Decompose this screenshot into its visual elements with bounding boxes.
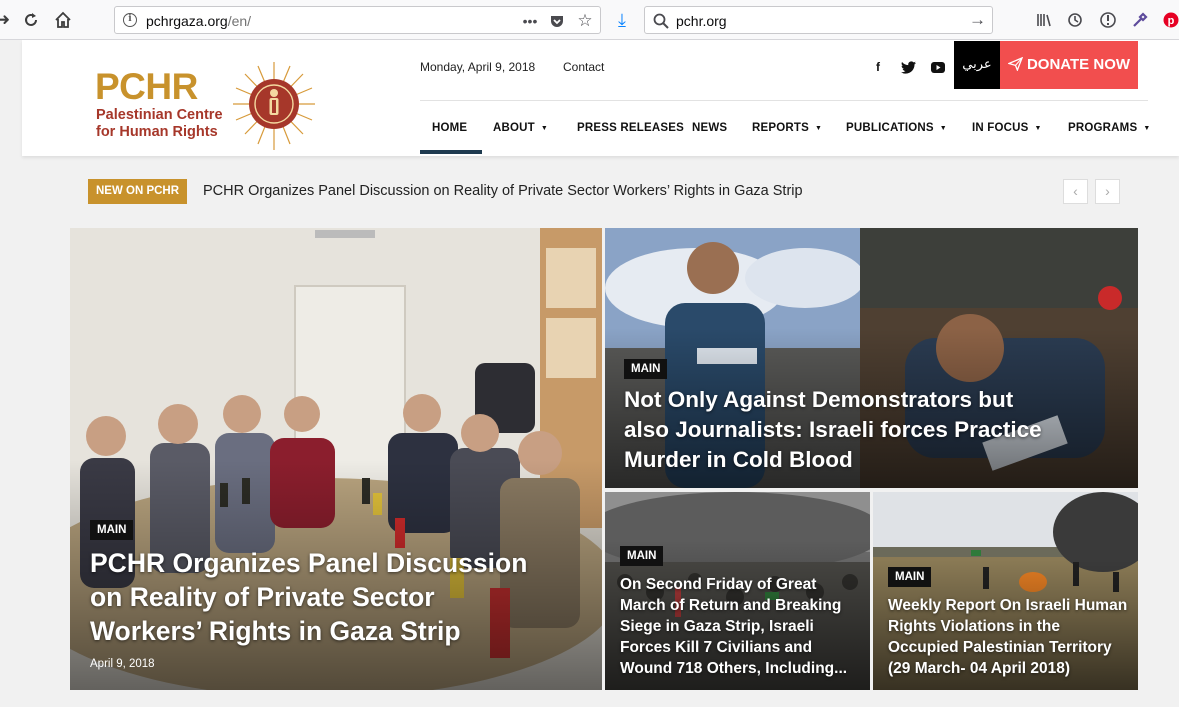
headline-line: Forces Kill 7 Civilians and [620, 639, 813, 656]
post-date: April 9, 2018 [90, 658, 155, 670]
ticker-prev-button[interactable]: ‹ [1063, 179, 1088, 204]
menu-item-reports[interactable]: REPORTS ▼ [752, 122, 822, 134]
featured-card-journalists[interactable]: MAIN Not Only Against Demonstrators but … [605, 228, 1138, 488]
contact-link[interactable]: Contact [563, 60, 604, 74]
eyedropper-icon[interactable] [1129, 9, 1151, 31]
menu-item-label: REPORTS [752, 122, 809, 134]
featured-headline[interactable]: Not Only Against Demonstrators but also … [624, 385, 1042, 475]
category-tag[interactable]: MAIN [888, 567, 932, 587]
library-icon[interactable] [1033, 9, 1055, 31]
featured-card-march[interactable]: MAIN On Second Friday of Great March of … [605, 492, 870, 690]
search-text[interactable]: pchr.org [676, 13, 727, 29]
menu-active-indicator [420, 150, 482, 154]
headline-line: Weekly Report On Israeli Human [888, 597, 1128, 614]
logo-emblem-icon [233, 62, 315, 150]
headline-line: Murder in Cold Blood [624, 447, 853, 472]
menu-item-label: NEWS [692, 122, 728, 134]
headline-line: (29 March- 04 April 2018) [888, 660, 1071, 677]
ticker-headline-link[interactable]: PCHR Organizes Panel Discussion on Reali… [203, 183, 803, 199]
featured-card-main[interactable]: MAIN PCHR Organizes Panel Discussion on … [70, 228, 602, 690]
menu-item-label: PRESS RELEASES [577, 122, 684, 134]
reader-icon[interactable] [1097, 9, 1119, 31]
headline-line: on Reality of Private Sector [90, 582, 435, 612]
more-icon[interactable]: ••• [520, 11, 540, 31]
paper-plane-icon [1006, 56, 1024, 72]
headline-line: Occupied Palestinian Territory [888, 639, 1112, 656]
twitter-icon[interactable] [899, 58, 917, 76]
chevron-down-icon: ▼ [1034, 125, 1042, 132]
featured-card-weekly-report[interactable]: MAIN Weekly Report On Israeli Human Righ… [873, 492, 1138, 690]
go-arrow-icon[interactable]: → [969, 10, 986, 30]
chevron-down-icon: ▼ [939, 125, 947, 132]
headline-line: also Journalists: Israeli forces Practic… [624, 417, 1042, 442]
headline-line: Siege in Gaza Strip, Israeli [620, 618, 814, 635]
menu-item-about[interactable]: ABOUT ▼ [493, 122, 548, 134]
category-tag[interactable]: MAIN [620, 546, 664, 566]
chevron-down-icon: ▼ [815, 125, 823, 132]
reload-icon[interactable] [20, 9, 42, 31]
menu-item-label: IN FOCUS [972, 122, 1029, 134]
menu-item-label: ABOUT [493, 122, 535, 134]
menu-item-home[interactable]: HOME [432, 122, 467, 134]
search-icon [653, 13, 669, 29]
donate-button[interactable]: DONATE NOW [1000, 41, 1138, 89]
search-bar[interactable]: pchr.org → [644, 6, 993, 34]
bookmark-star-icon[interactable]: ☆ [575, 11, 595, 31]
menu-item-press-releases[interactable]: PRESS RELEASES [577, 122, 684, 134]
headline-line: Workers’ Rights in Gaza Strip [90, 616, 461, 646]
logo-line-2: for Human Rights [96, 124, 218, 140]
donate-label: DONATE NOW [1026, 56, 1131, 73]
featured-headline[interactable]: PCHR Organizes Panel Discussion on Reali… [90, 546, 527, 648]
headline-line: Rights Violations in the [888, 618, 1060, 635]
address-bar[interactable]: i pchrgaza.org/en/ ••• ☆ [114, 6, 601, 34]
ticker-badge: NEW ON PCHR [88, 179, 187, 204]
home-icon[interactable] [52, 9, 74, 31]
category-tag[interactable]: MAIN [624, 359, 668, 379]
menu-item-label: PUBLICATIONS [846, 122, 934, 134]
logo-line-1: Palestinian Centre [96, 107, 223, 123]
info-icon[interactable]: i [123, 13, 137, 27]
facebook-icon[interactable]: f [869, 58, 887, 76]
pinterest-icon[interactable]: p [1160, 9, 1179, 31]
menu-item-label: HOME [432, 122, 468, 134]
browser-toolbar: ➜ i pchrgaza.org/en/ ••• ☆ ⤓ pchr.org → … [0, 0, 1179, 40]
pchr-logo[interactable]: PCHR Palestinian Centre for Human Rights [95, 60, 325, 155]
menu-item-news[interactable]: NEWS [692, 122, 727, 134]
ticker-next-button[interactable]: › [1095, 179, 1120, 204]
menu-item-publications[interactable]: PUBLICATIONS ▼ [846, 122, 947, 134]
svg-text:p: p [1168, 15, 1175, 27]
chevron-down-icon: ▼ [540, 125, 549, 132]
header-date: Monday, April 9, 2018 [420, 60, 536, 74]
headline-line: Not Only Against Demonstrators but [624, 387, 1014, 412]
menu-item-in-focus[interactable]: IN FOCUS ▼ [972, 122, 1042, 134]
featured-headline[interactable]: On Second Friday of Great March of Retur… [620, 574, 847, 679]
headline-line: Wound 718 Others, Including... [620, 660, 848, 677]
history-icon[interactable] [1064, 9, 1086, 31]
youtube-icon[interactable] [929, 58, 947, 76]
back-icon[interactable]: ➜ [0, 9, 14, 31]
category-tag[interactable]: MAIN [90, 520, 134, 540]
menu-item-label: PROGRAMS [1068, 122, 1138, 134]
url-text[interactable]: pchrgaza.org/en/ [146, 13, 251, 29]
site-header: PCHR Palestinian Centre for Human Rights… [22, 40, 1179, 156]
arabic-language-link[interactable]: عربي [954, 41, 1000, 89]
headline-line: March of Return and Breaking [620, 597, 842, 614]
menu-item-programs[interactable]: PROGRAMS ▼ [1068, 122, 1150, 134]
pocket-icon[interactable] [547, 11, 567, 31]
header-divider [420, 100, 1148, 101]
headline-line: PCHR Organizes Panel Discussion [90, 548, 528, 578]
headline-line: On Second Friday of Great [620, 576, 817, 593]
logo-text: PCHR [95, 66, 198, 107]
featured-headline[interactable]: Weekly Report On Israeli Human Rights Vi… [888, 595, 1127, 679]
chevron-down-icon: ▼ [1143, 125, 1151, 132]
download-icon[interactable]: ⤓ [611, 9, 633, 31]
